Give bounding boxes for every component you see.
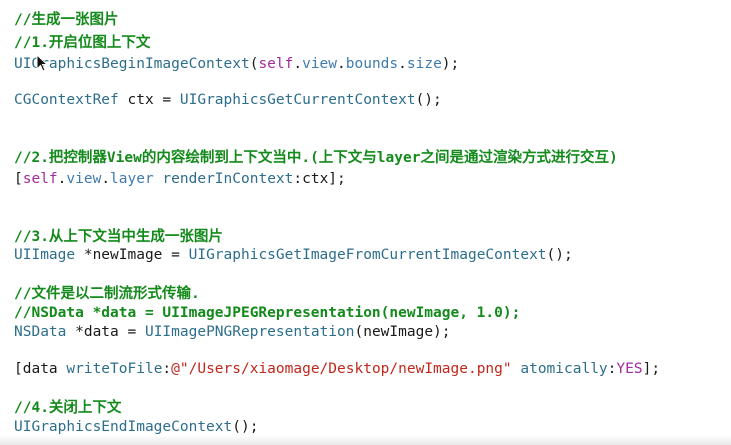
code-line[interactable]: NSData *data = UIImagePNGRepresentation(… bbox=[14, 322, 451, 342]
code-token: : bbox=[162, 361, 172, 377]
code-line[interactable]: //3.从上下文当中生成一张图片 bbox=[14, 227, 223, 247]
code-token: //2.把控制器View的内容绘制到上下文当中.(上下文与layer之间是通过渲… bbox=[14, 150, 618, 166]
code-token: view bbox=[66, 171, 102, 187]
code-token: CGContextRef bbox=[14, 92, 119, 108]
code-line[interactable]: UIGraphicsBeginImageContext(self.view.bo… bbox=[14, 54, 459, 74]
code-line[interactable]: UIImage *newImage = UIGraphicsGetImageFr… bbox=[14, 245, 573, 265]
code-token: *data = bbox=[66, 324, 145, 340]
code-token: size bbox=[406, 56, 442, 72]
code-token: (); bbox=[546, 247, 573, 263]
code-token: *newImage = bbox=[75, 247, 189, 263]
code-token: layer bbox=[110, 171, 154, 187]
code-token: :ctx]; bbox=[293, 171, 346, 187]
code-line[interactable]: //NSData *data = UIImageJPEGRepresentati… bbox=[14, 303, 520, 323]
code-line[interactable]: //2.把控制器View的内容绘制到上下文当中.(上下文与layer之间是通过渲… bbox=[14, 148, 618, 168]
code-token: self bbox=[22, 171, 58, 187]
code-token: ctx = bbox=[118, 92, 180, 108]
code-line[interactable]: [self.view.layer renderInContext:ctx]; bbox=[14, 169, 346, 189]
code-token: UIGraphicsGetCurrentContext bbox=[179, 92, 416, 108]
code-token: //NSData *data = UIImageJPEGRepresentati… bbox=[14, 305, 521, 321]
code-token: ]; bbox=[642, 361, 661, 377]
code-token: //4.关闭上下文 bbox=[14, 400, 122, 416]
code-token: . bbox=[337, 56, 346, 72]
bottom-edge-shade bbox=[0, 435, 731, 445]
code-editor[interactable]: //生成一张图片 //1.开启位图上下文 UIGraphicsBeginImageC… bbox=[0, 0, 731, 445]
code-token: self bbox=[258, 56, 294, 72]
code-token: . bbox=[101, 171, 111, 187]
code-token: (newImage); bbox=[354, 324, 451, 340]
code-token: ); bbox=[441, 56, 460, 72]
code-token: atomically bbox=[520, 361, 608, 377]
code-token: (); bbox=[415, 92, 442, 108]
code-line[interactable]: //生成一张图片 bbox=[14, 10, 118, 30]
code-line[interactable]: //4.关闭上下文 bbox=[14, 398, 121, 418]
mouse-pointer-icon bbox=[36, 54, 48, 72]
code-token: . bbox=[293, 56, 303, 72]
code-token: UIImage bbox=[14, 247, 76, 263]
code-token: UIGraphicsEndImageContext bbox=[14, 419, 233, 435]
code-token: UIGraphicsBeginImageContext bbox=[14, 56, 250, 72]
code-token: (); bbox=[232, 419, 259, 435]
code-token: bounds bbox=[345, 56, 399, 72]
code-token: . bbox=[398, 56, 407, 72]
code-token: [ bbox=[14, 171, 23, 187]
code-token: [data bbox=[14, 361, 67, 377]
code-token: //1.开启位图上下文 bbox=[14, 35, 151, 51]
code-token: YES bbox=[616, 361, 643, 377]
code-line[interactable]: UIGraphicsEndImageContext(); bbox=[14, 417, 258, 437]
code-line[interactable]: [data writeToFile:@"/Users/xiaomage/Desk… bbox=[14, 359, 660, 379]
code-token: UIImagePNGRepresentation bbox=[144, 324, 355, 340]
code-token: //文件是以二制流形式传输. bbox=[14, 286, 200, 302]
code-line[interactable]: //1.开启位图上下文 bbox=[14, 33, 150, 53]
code-token: writeToFile bbox=[66, 361, 163, 377]
code-token: //生成一张图片 bbox=[14, 12, 119, 28]
code-token: //3.从上下文当中生成一张图片 bbox=[14, 229, 223, 245]
code-token: @"/Users/xiaomage/Desktop/newImage.png" bbox=[171, 361, 512, 377]
code-line[interactable]: CGContextRef ctx = UIGraphicsGetCurrentC… bbox=[14, 90, 442, 110]
code-token: renderInContext bbox=[153, 171, 294, 187]
code-token: UIGraphicsGetImageFromCurrentImageContex… bbox=[188, 247, 547, 263]
code-token: NSData bbox=[14, 324, 67, 340]
code-line[interactable]: //文件是以二制流形式传输. bbox=[14, 284, 200, 304]
code-token: view bbox=[302, 56, 338, 72]
